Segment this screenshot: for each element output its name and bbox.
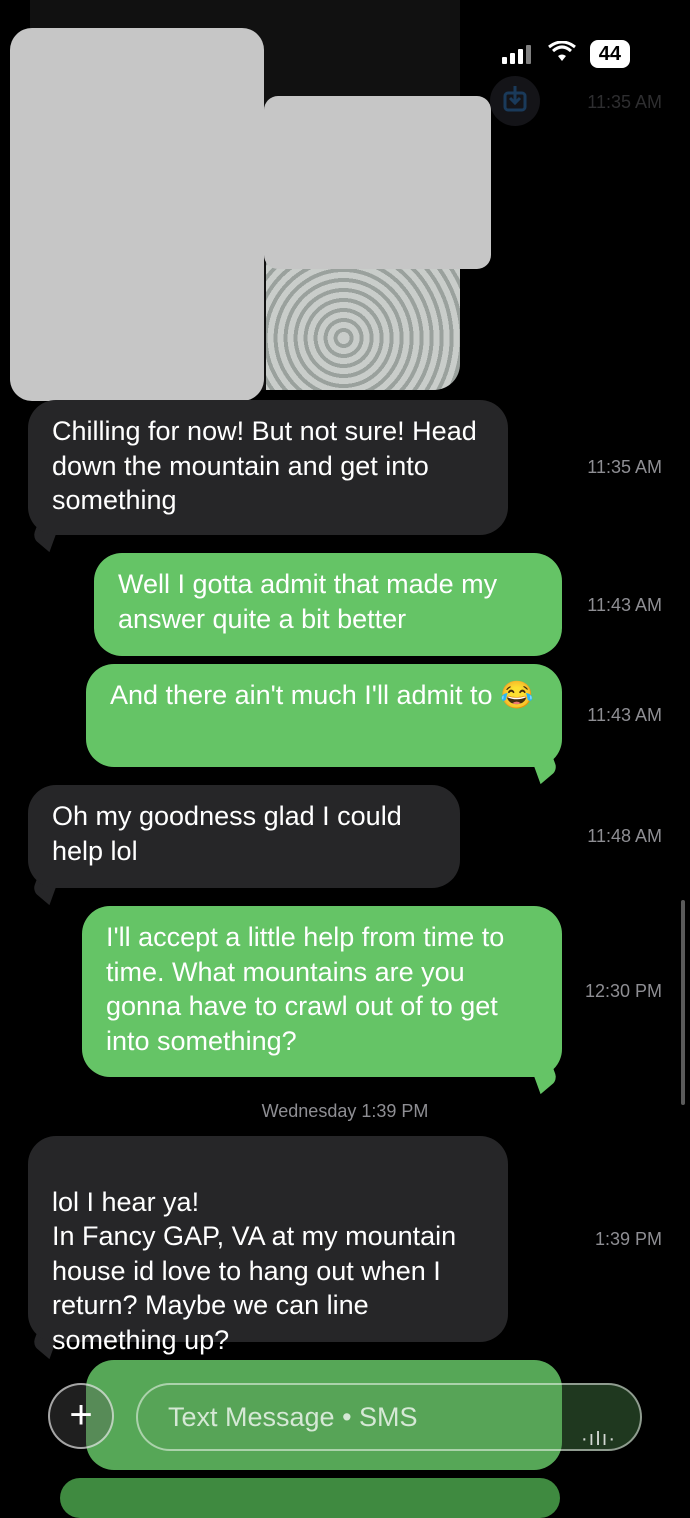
signal-icon [501,44,534,64]
timestamp: 12:30 PM [584,981,662,1001]
message-text: Chilling for now! But not sure! Head dow… [52,416,477,515]
timestamp: 11:43 AM [587,595,662,615]
timestamp: 11:48 AM [587,826,662,846]
timestamp: 11:43 AM [587,705,662,725]
redacted-block [264,96,491,269]
plus-icon[interactable]: + [48,1383,114,1449]
outgoing-message[interactable]: Well I gotta admit that made my answer q… [94,553,562,656]
composer: + Text Message • SMS ·ıIı· [48,1383,642,1451]
message-text: lol I hear ya! In Fancy GAP, VA at my mo… [52,1186,457,1355]
outgoing-message[interactable]: And there ain't much I'll admit to 😂 [86,664,562,767]
timestamp: 1:39 PM [594,1229,662,1249]
timestamp: 11:35 AM [587,92,662,112]
timestamp: 11:35 AM [587,457,662,477]
message-text: And there ain't much I'll admit to 😂 [110,680,534,710]
save-icon[interactable] [490,76,540,126]
message-input-placeholder: Text Message • SMS [168,1402,418,1432]
incoming-message[interactable]: Chilling for now! But not sure! Head dow… [28,400,508,535]
message-text: I'll accept a little help from time to t… [106,922,505,1056]
day-separator: Wednesday 1:39 PM [261,1101,429,1121]
wifi-icon [547,40,576,68]
outgoing-message[interactable] [60,1478,560,1518]
message-input[interactable]: Text Message • SMS ·ıIı· [136,1383,642,1451]
outgoing-message[interactable]: I'll accept a little help from time to t… [82,906,562,1077]
message-text: Oh my goodness glad I could help lol [52,801,402,866]
incoming-message[interactable]: lol I hear ya! In Fancy GAP, VA at my mo… [28,1136,508,1355]
scrollbar[interactable] [681,900,685,1105]
waveform-icon[interactable]: ·ıIı· [581,1407,616,1471]
message-text: Well I gotta admit that made my answer q… [118,569,498,634]
battery-icon: 44 [589,40,630,68]
redacted-block [10,28,264,401]
incoming-message[interactable]: Oh my goodness glad I could help lol [28,785,460,888]
status-bar: 44 [501,40,630,68]
